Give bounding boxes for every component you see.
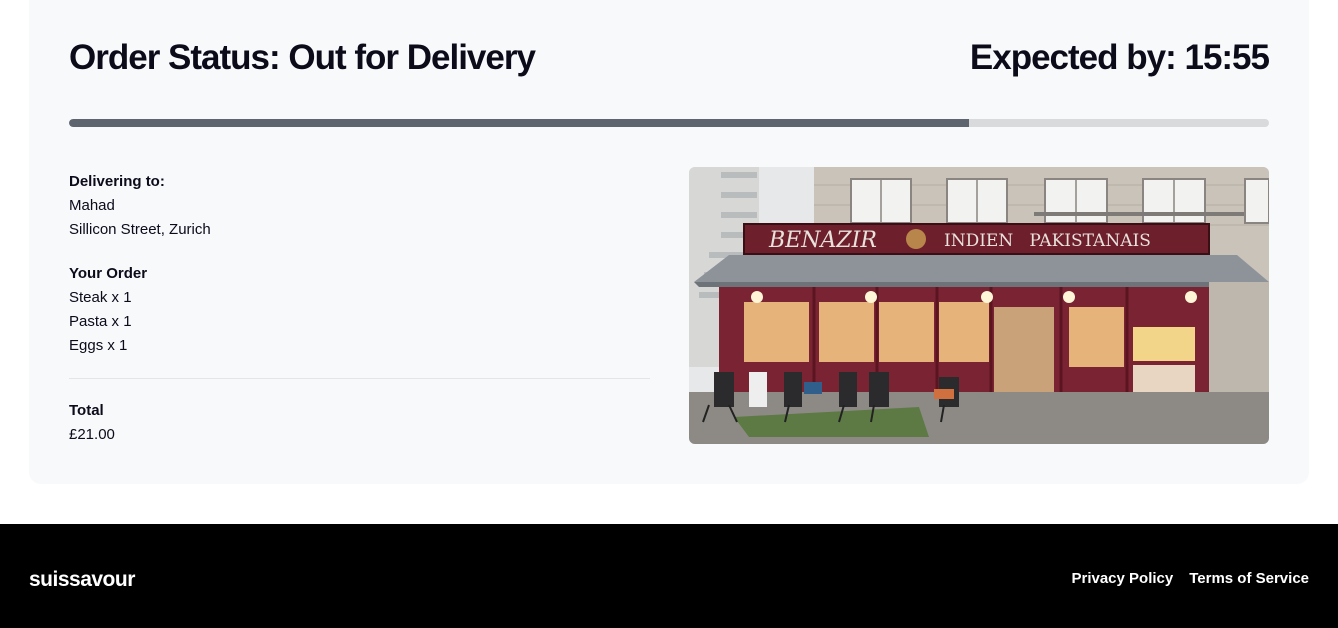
brand-logo[interactable]: suissavour [29, 568, 135, 592]
order-status-title: Order Status: Out for Delivery [69, 38, 536, 77]
footer-links: Privacy Policy Terms of Service [1071, 570, 1309, 587]
delivery-address: Sillicon Street, Zurich [69, 221, 211, 238]
sign-name: BENAZIR [768, 228, 877, 253]
delivery-progress-bar [69, 119, 1269, 127]
order-status-card: Order Status: Out for Delivery Expected … [29, 0, 1309, 484]
total-label: Total [69, 402, 104, 419]
delivery-progress-fill [69, 119, 969, 127]
site-footer: suissavour Privacy Policy Terms of Servi… [0, 524, 1338, 628]
order-item: Steak x 1 [69, 289, 132, 306]
delivery-address-section: Delivering to: Mahad Sillicon Street, Zu… [69, 170, 650, 242]
order-item: Eggs x 1 [69, 337, 128, 354]
delivering-to-label: Delivering to: [69, 173, 165, 190]
total-value: £21.00 [69, 426, 115, 443]
divider [69, 378, 650, 379]
order-item: Pasta x 1 [69, 313, 132, 330]
your-order-label: Your Order [69, 265, 148, 282]
expected-time: Expected by: 15:55 [969, 38, 1270, 77]
total-section: Total £21.00 [69, 399, 650, 447]
order-items-section: Your Order Steak x 1 Pasta x 1 Eggs x 1 [69, 262, 650, 358]
order-details: Delivering to: Mahad Sillicon Street, Zu… [69, 170, 650, 467]
terms-of-service-link[interactable]: Terms of Service [1189, 570, 1309, 587]
recipient-name: Mahad [69, 197, 115, 214]
restaurant-photo: BENAZIR INDIEN PAKISTANAIS [689, 167, 1269, 444]
privacy-policy-link[interactable]: Privacy Policy [1071, 570, 1173, 587]
sign-tagline: INDIEN PAKISTANAIS [944, 231, 1151, 251]
